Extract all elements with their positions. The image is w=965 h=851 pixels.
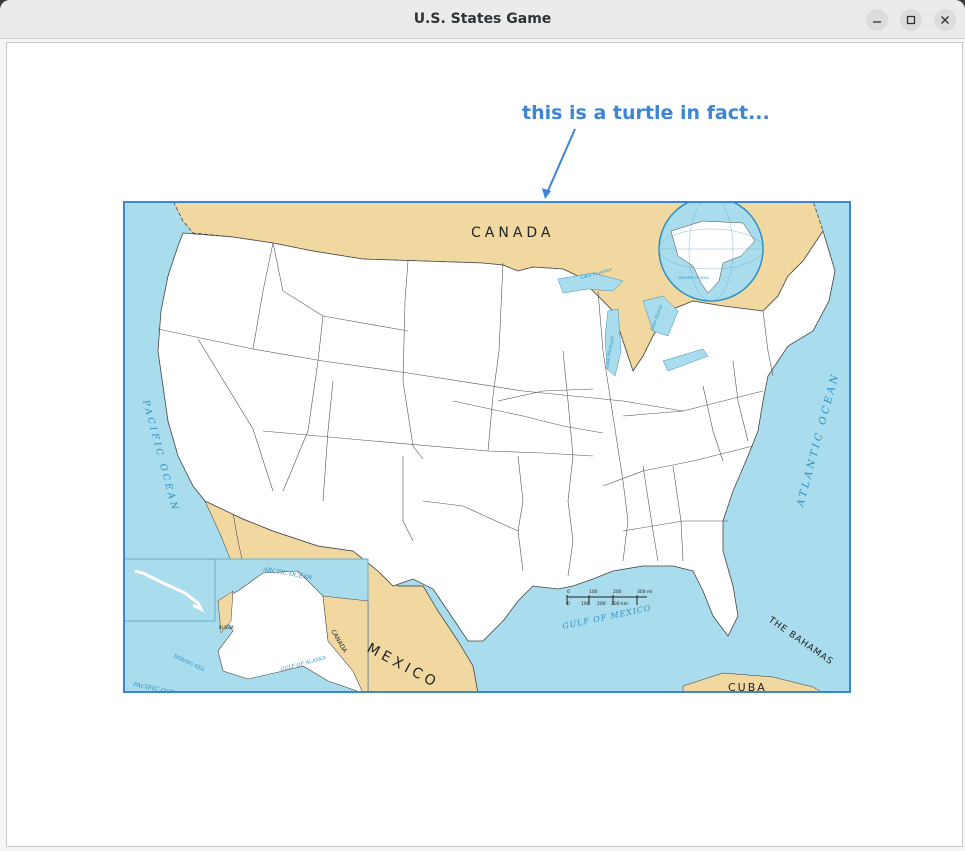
scale-mi-label-1: 100 — [589, 589, 598, 595]
maximize-button[interactable] — [900, 9, 922, 31]
maximize-icon — [906, 15, 916, 25]
annotation-text: this is a turtle in fact... — [522, 102, 770, 124]
scale-km-label-3: 300 km — [611, 601, 628, 607]
label-russia: RUSSIA — [219, 625, 234, 630]
scale-mi-label-2: 200 — [613, 589, 622, 595]
window-title: U.S. States Game — [413, 11, 552, 27]
scale-mi-label-3: 300 mi — [637, 589, 653, 595]
app-window: U.S. States Game this is a turtle in fac… — [0, 0, 965, 851]
close-icon — [941, 16, 949, 24]
turtle-canvas[interactable]: this is a turtle in fact... 0 100 200 30… — [6, 42, 963, 847]
label-canada: CANADA — [471, 225, 555, 241]
us-map[interactable]: 0 100 200 300 mi 0 100 200 300 km CANADA… — [123, 201, 851, 693]
annotation-arrow — [542, 128, 576, 199]
scale-km-label-0: 0 — [567, 601, 570, 607]
close-button[interactable] — [934, 9, 956, 31]
minimize-icon — [873, 21, 881, 23]
scale-mi-label-0: 0 — [567, 589, 570, 595]
minimize-button[interactable] — [866, 9, 888, 31]
scale-km-label-1: 100 — [581, 601, 590, 607]
title-bar[interactable]: U.S. States Game — [0, 0, 965, 39]
label-globe-pacific: PACIFIC OCEAN — [678, 276, 710, 280]
scale-km-label-2: 200 — [597, 601, 606, 607]
